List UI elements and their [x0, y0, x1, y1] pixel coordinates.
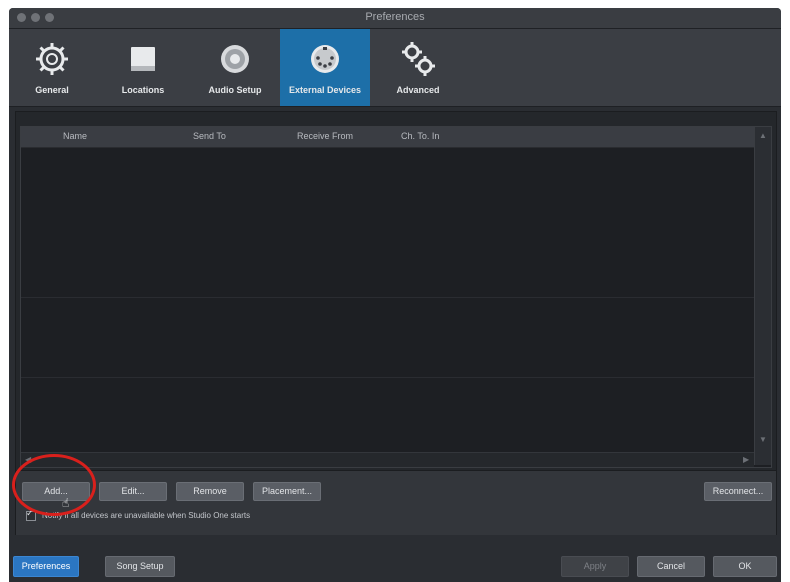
- tab-advanced[interactable]: Advanced: [381, 29, 455, 106]
- speaker-icon: [221, 45, 249, 73]
- devices-table: Name Send To Receive From Ch. To. In ▲ ▼…: [20, 126, 772, 468]
- tab-locations[interactable]: Locations: [105, 29, 181, 106]
- tab-label: Advanced: [396, 85, 440, 95]
- table-header: Name Send To Receive From Ch. To. In: [21, 127, 754, 148]
- vertical-scrollbar[interactable]: ▲ ▼: [754, 127, 771, 465]
- scroll-right-icon[interactable]: ▶: [743, 455, 749, 464]
- row-divider: [21, 297, 754, 298]
- hand-cursor-icon: ☝: [62, 496, 70, 510]
- edit-device-button[interactable]: Edit...: [99, 482, 167, 501]
- reconnect-button[interactable]: Reconnect...: [704, 482, 772, 501]
- title-bar: Preferences: [9, 8, 781, 29]
- preferences-button[interactable]: Preferences: [13, 556, 79, 577]
- cancel-button[interactable]: Cancel: [637, 556, 705, 577]
- horizontal-scrollbar[interactable]: ◀ ▶: [21, 452, 754, 467]
- scroll-down-icon[interactable]: ▼: [759, 435, 767, 444]
- tab-label: General: [35, 85, 69, 95]
- preferences-window: Preferences General Locations Audio Setu…: [9, 8, 781, 582]
- tab-label: External Devices: [288, 85, 362, 95]
- window-title: Preferences: [365, 11, 425, 23]
- tab-label: Audio Setup: [208, 85, 262, 95]
- tab-general[interactable]: General: [15, 29, 89, 106]
- folder-icon: [131, 47, 155, 71]
- device-actions-bar: Add... Edit... Remove Placement... Recon…: [16, 470, 776, 535]
- highlight-circle-annotation: [12, 454, 96, 516]
- preferences-toolbar: General Locations Audio Setup External D…: [9, 29, 781, 107]
- apply-button[interactable]: Apply: [561, 556, 629, 577]
- column-header-send-to[interactable]: Send To: [193, 131, 226, 141]
- column-header-name[interactable]: Name: [63, 131, 87, 141]
- scroll-up-icon[interactable]: ▲: [759, 131, 767, 140]
- tab-audio-setup[interactable]: Audio Setup: [197, 29, 273, 106]
- placement-button[interactable]: Placement...: [253, 482, 321, 501]
- external-devices-panel: Name Send To Receive From Ch. To. In ▲ ▼…: [15, 111, 777, 535]
- song-setup-button[interactable]: Song Setup: [105, 556, 175, 577]
- gears-icon: [402, 42, 435, 76]
- ok-button[interactable]: OK: [713, 556, 777, 577]
- column-header-channel[interactable]: Ch. To. In: [401, 131, 439, 141]
- column-header-receive-from[interactable]: Receive From: [297, 131, 353, 141]
- gear-outline-icon: [36, 43, 68, 75]
- footer-bar: Preferences Song Setup Apply Cancel OK: [9, 548, 781, 582]
- row-divider: [21, 377, 754, 378]
- midi-port-icon: [311, 45, 339, 73]
- tab-external-devices[interactable]: External Devices: [280, 29, 370, 106]
- remove-device-button[interactable]: Remove: [176, 482, 244, 501]
- tab-label: Locations: [121, 85, 165, 95]
